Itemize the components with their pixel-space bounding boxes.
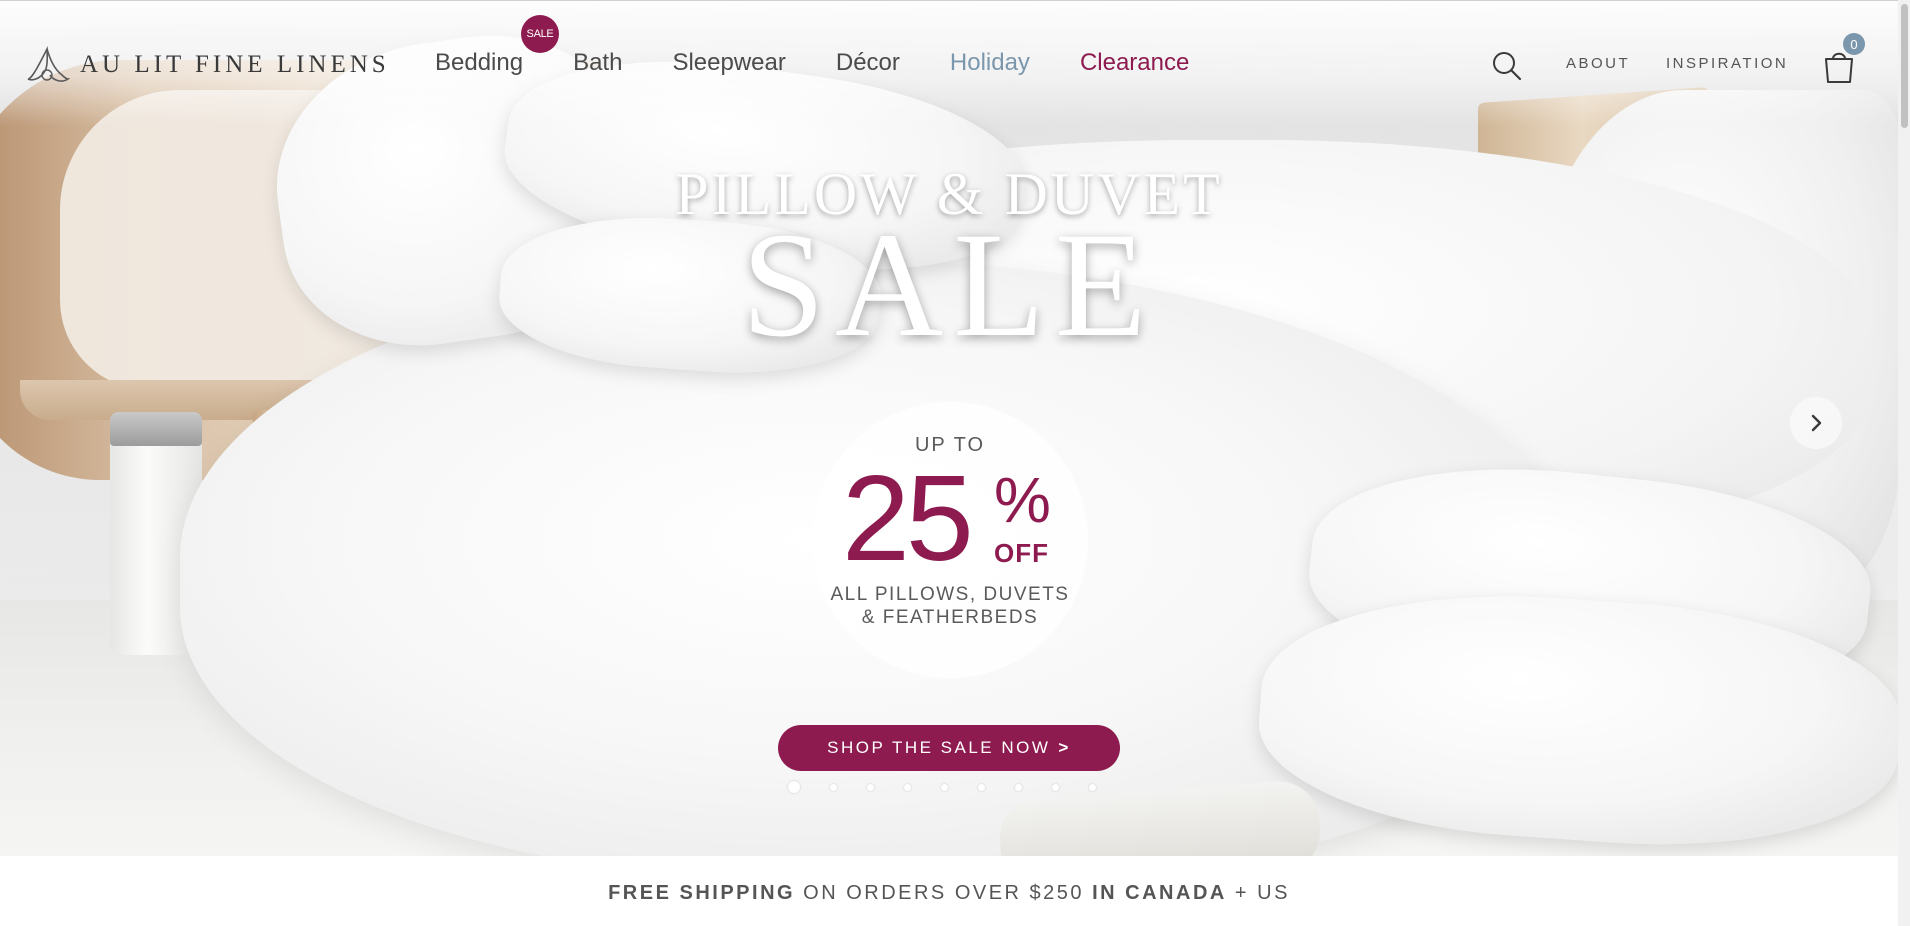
- carousel-dots: [788, 781, 1126, 793]
- hero-sale-word: SALE: [741, 202, 1157, 368]
- promo-amount: 25: [842, 450, 974, 586]
- promo-line-2: & FEATHERBEDS: [861, 607, 1039, 628]
- carousel-dot[interactable]: [904, 783, 911, 791]
- nav-item-decor[interactable]: Décor: [836, 49, 900, 77]
- page-scrollbar[interactable]: [1898, 0, 1910, 926]
- hero-jar-lid: [110, 412, 202, 446]
- carousel-dot[interactable]: [867, 783, 874, 791]
- nav-item-label: Bath: [573, 49, 623, 76]
- shop-sale-label: SHOP THE SALE NOW: [827, 738, 1051, 757]
- cart-count-badge: 0: [1843, 33, 1865, 55]
- cta-chevron: >: [1058, 738, 1071, 757]
- shop-sale-button[interactable]: SHOP THE SALE NOW >: [778, 725, 1120, 771]
- nav-item-label: Sleepwear: [672, 49, 786, 76]
- search-icon[interactable]: [1490, 49, 1524, 83]
- main-nav: Bedding SALE Bath Sleepwear Décor Holida…: [435, 15, 1239, 77]
- promo-percent: %: [994, 464, 1051, 536]
- nav-item-sleepwear[interactable]: Sleepwear: [672, 49, 785, 77]
- inspiration-link[interactable]: INSPIRATION: [1666, 55, 1788, 72]
- nav-item-bedding[interactable]: Bedding SALE: [435, 15, 559, 77]
- carousel-dot[interactable]: [830, 783, 837, 791]
- logo-mark-icon: [27, 45, 70, 82]
- nav-item-label: Bedding: [435, 49, 524, 76]
- carousel-dot[interactable]: [941, 783, 948, 791]
- about-link[interactable]: ABOUT: [1566, 55, 1630, 72]
- nav-item-label: Holiday: [949, 49, 1030, 76]
- carousel-dot[interactable]: [1052, 783, 1059, 791]
- nav-item-bath[interactable]: Bath: [573, 49, 622, 77]
- scrollbar-thumb[interactable]: [1901, 4, 1908, 128]
- promo-off: OFF: [994, 538, 1049, 568]
- nav-item-holiday[interactable]: Holiday: [950, 49, 1030, 77]
- carousel-dot[interactable]: [1089, 783, 1096, 791]
- sale-badge: SALE: [521, 15, 559, 53]
- nav-item-label: Clearance: [1079, 49, 1190, 76]
- nav-item-label: Décor: [835, 49, 900, 76]
- chevron-right-icon: [1811, 414, 1822, 432]
- promo-line-1: ALL PILLOWS, DUVETS: [830, 584, 1070, 605]
- shipping-bold-1: FREE SHIPPING: [608, 882, 796, 904]
- brand-name: AU LIT FINE LINENS: [80, 51, 390, 78]
- carousel-dot[interactable]: [788, 781, 800, 793]
- carousel-dot[interactable]: [1015, 783, 1022, 791]
- carousel-next-button[interactable]: [1790, 397, 1842, 449]
- carousel-dot[interactable]: [978, 783, 985, 791]
- shipping-banner: FREE SHIPPING ON ORDERS OVER $250 IN CAN…: [0, 856, 1898, 926]
- brand-logo[interactable]: AU LIT FINE LINENS: [24, 45, 390, 85]
- shipping-text-1: ON ORDERS OVER $250: [795, 882, 1093, 904]
- site-header: AU LIT FINE LINENS Bedding SALE Bath Sle…: [0, 0, 1898, 126]
- shipping-bold-2: IN CANADA: [1092, 882, 1227, 904]
- nav-item-clearance[interactable]: Clearance: [1080, 49, 1189, 77]
- shipping-text-2: + US: [1226, 882, 1290, 904]
